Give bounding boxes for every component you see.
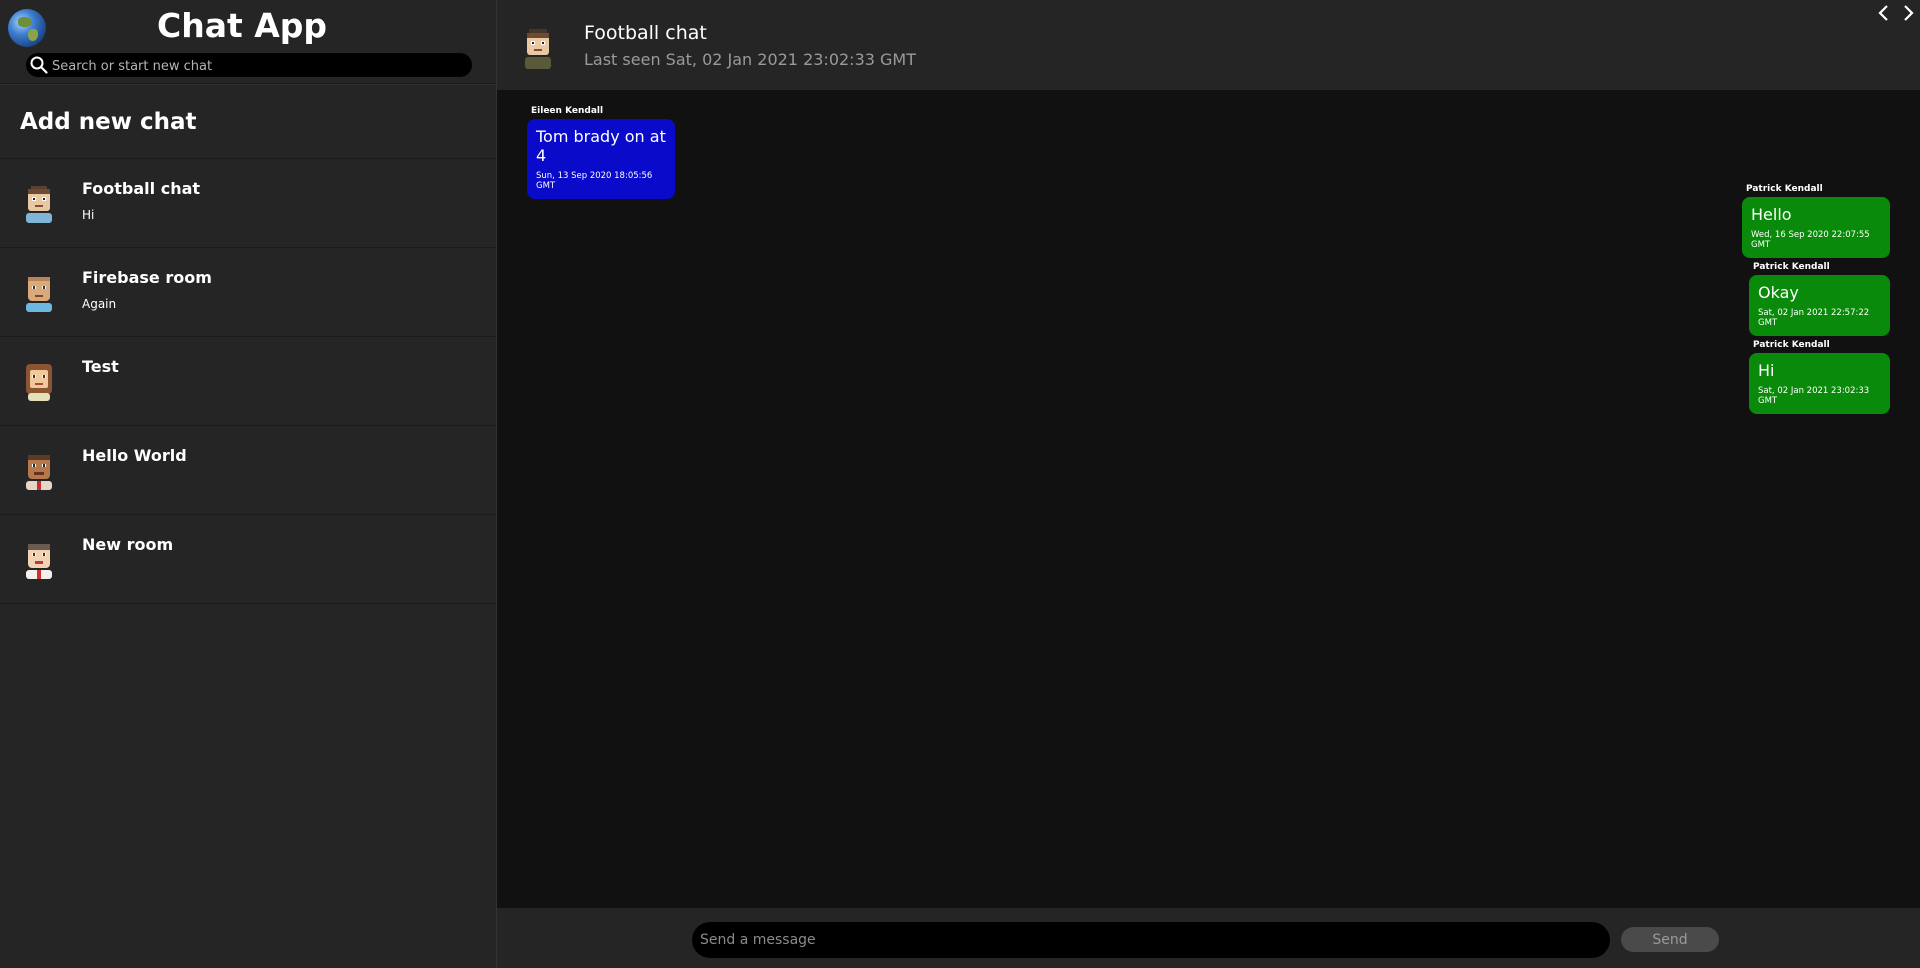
message-sent: Patrick Kendall Hello Wed, 16 Sep 2020 2… <box>1742 184 1890 258</box>
message-bubble: Tom brady on at 4 Sun, 13 Sep 2020 18:05… <box>527 119 675 199</box>
message-sent: Patrick Kendall Hi Sat, 02 Jan 2021 23:0… <box>1749 340 1890 414</box>
last-seen-text: Last seen Sat, 02 Jan 2021 23:02:33 GMT <box>584 50 916 69</box>
room-name: Hello World <box>82 446 187 465</box>
room-name: Test <box>82 357 119 376</box>
chat-header: Football chat Last seen Sat, 02 Jan 2021… <box>497 0 1920 90</box>
chat-panel: Football chat Last seen Sat, 02 Jan 2021… <box>497 0 1920 968</box>
message-text: Hi <box>1758 361 1775 380</box>
avatar <box>26 544 52 579</box>
room-name: New room <box>82 535 174 554</box>
chat-title: Football chat <box>584 22 707 44</box>
room-item-new-room[interactable]: New room <box>0 515 496 604</box>
search-input[interactable] <box>50 53 464 79</box>
sidebar-header: Chat App <box>0 0 496 84</box>
message-sender: Patrick Kendall <box>1746 184 1823 194</box>
message-text: Tom brady on at 4 <box>536 127 666 165</box>
nav-arrows <box>1876 4 1916 22</box>
message-bubble: Hi Sat, 02 Jan 2021 23:02:33 GMT <box>1749 353 1890 414</box>
room-item-football-chat[interactable]: Football chat Hi <box>0 159 496 248</box>
room-item-test[interactable]: Test <box>0 337 496 426</box>
avatar[interactable] <box>519 27 557 69</box>
search-bar[interactable] <box>26 53 472 79</box>
message-sender: Eileen Kendall <box>531 106 604 116</box>
chevron-right-icon[interactable] <box>1900 4 1916 22</box>
search-icon <box>30 56 48 74</box>
add-new-chat-button[interactable]: Add new chat <box>0 84 496 159</box>
send-button[interactable]: Send <box>1621 927 1719 952</box>
message-text: Okay <box>1758 283 1799 302</box>
avatar <box>26 277 52 312</box>
room-name: Firebase room <box>82 268 212 287</box>
sidebar: Chat App Add new chat Football chat Hi <box>0 0 497 968</box>
message-bubble: Hello Wed, 16 Sep 2020 22:07:55 GMT <box>1742 197 1890 258</box>
message-text: Hello <box>1751 205 1792 224</box>
avatar <box>26 455 52 490</box>
room-item-firebase-room[interactable]: Firebase room Again <box>0 248 496 337</box>
chevron-left-icon[interactable] <box>1876 4 1892 22</box>
message-sender: Patrick Kendall <box>1753 262 1830 272</box>
app-title: Chat App <box>156 6 328 45</box>
room-last-message: Again <box>82 297 117 311</box>
avatar <box>26 364 52 401</box>
message-time: Sun, 13 Sep 2020 18:05:56 GMT <box>536 171 653 191</box>
room-item-hello-world[interactable]: Hello World <box>0 426 496 515</box>
avatar <box>26 186 52 223</box>
room-last-message: Hi <box>82 208 95 222</box>
message-sent: Patrick Kendall Okay Sat, 02 Jan 2021 22… <box>1749 262 1890 336</box>
message-bubble: Okay Sat, 02 Jan 2021 22:57:22 GMT <box>1749 275 1890 336</box>
room-name: Football chat <box>82 179 201 198</box>
message-sender: Patrick Kendall <box>1753 340 1830 350</box>
message-composer: Send <box>497 908 1920 968</box>
message-received: Eileen Kendall Tom brady on at 4 Sun, 13… <box>527 106 675 199</box>
message-time: Sat, 02 Jan 2021 23:02:33 GMT <box>1758 386 1870 406</box>
message-input[interactable] <box>692 922 1610 958</box>
message-list[interactable]: Eileen Kendall Tom brady on at 4 Sun, 13… <box>497 90 1920 908</box>
message-time: Sat, 02 Jan 2021 22:57:22 GMT <box>1758 308 1870 328</box>
message-time: Wed, 16 Sep 2020 22:07:55 GMT <box>1751 230 1870 250</box>
